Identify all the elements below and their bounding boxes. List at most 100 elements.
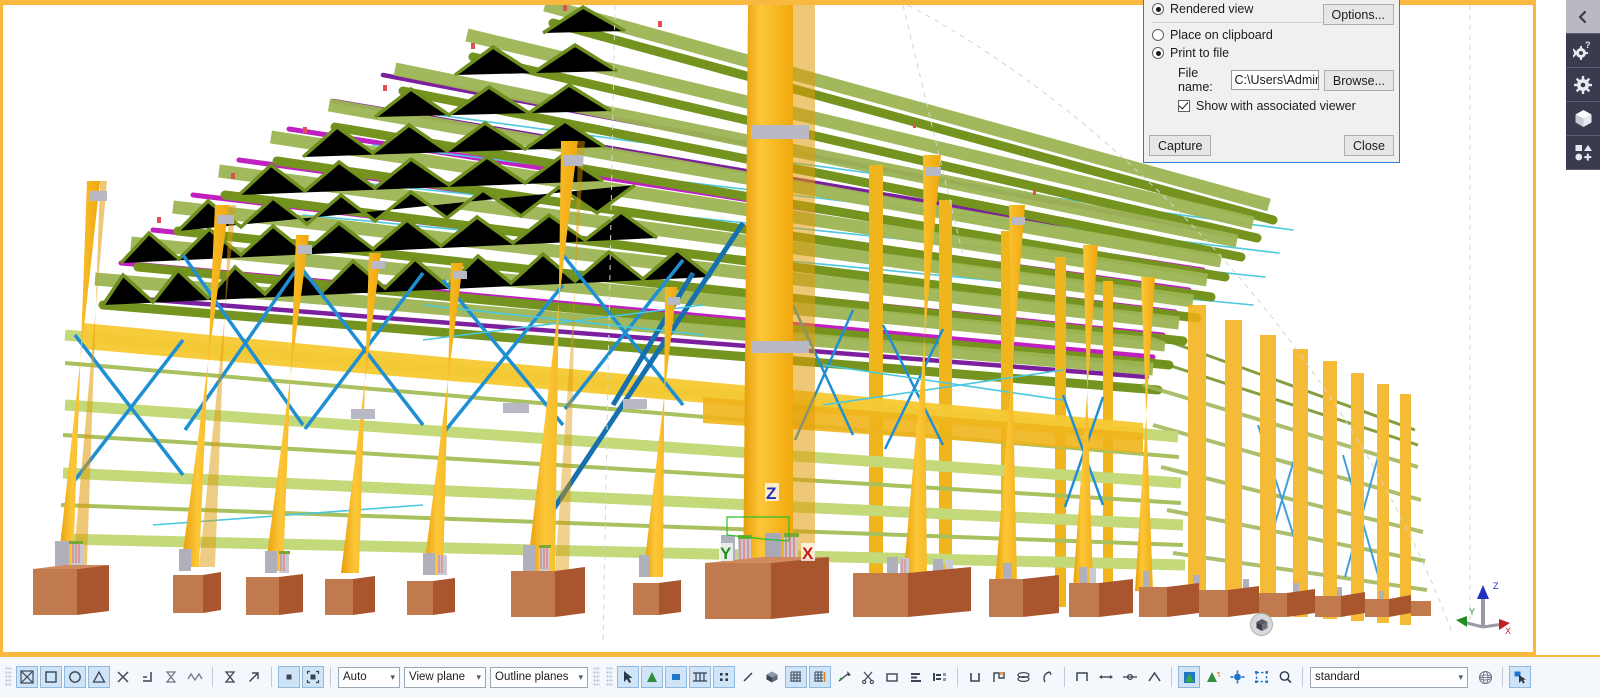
sphere-grid-icon [1478,670,1492,684]
snap-override-shape-button[interactable] [302,666,324,688]
select-pour-break-button[interactable] [1036,666,1058,688]
select-chamfer-button[interactable] [1143,666,1165,688]
reference-icon [933,673,946,681]
toolbar-grip[interactable] [606,667,613,687]
select-load-button[interactable] [905,666,927,688]
snap-to-geometry-lines-button[interactable] [219,666,241,688]
work-plane-select[interactable]: View plane ▾ [404,666,486,688]
triad-label-y: Y [1469,607,1475,617]
green-triangle-icon [647,672,657,682]
snap-override-point-button[interactable] [278,666,300,688]
select-grid-line-button[interactable] [809,666,831,688]
omega-icon [1076,672,1088,681]
select-line-button[interactable] [737,666,759,688]
outline-planes-select[interactable]: Outline planes ▾ [490,666,588,688]
select-distance-button[interactable] [1095,666,1117,688]
sidebar-item-components[interactable] [1566,102,1600,136]
filled-square-icon [286,674,292,680]
select-cut-button[interactable] [857,666,879,688]
select-rebar-button[interactable] [988,666,1010,688]
snap-override-group [277,666,325,688]
navigation-cube-button[interactable] [1250,613,1273,636]
radio-indicator-print-to-file[interactable] [1152,47,1164,59]
toolbar-separator [1171,667,1172,687]
dialog-button-row: Capture Close [1144,135,1399,156]
select-assembly-button[interactable] [689,666,711,688]
reference-visibility-button[interactable] [1250,666,1272,688]
browse-button[interactable]: Browse... [1323,69,1394,91]
snap-to-intersections-button[interactable] [112,666,134,688]
view-tools-group [1177,666,1297,688]
select-weld-button[interactable] [833,666,855,688]
radio-print-to-file[interactable]: Print to file [1144,44,1399,62]
view-axis-triad: Z Y X [1456,581,1511,634]
selection-tools-group [616,666,952,688]
concrete-footings [33,557,1431,619]
toolbar-separator [957,667,958,687]
snap-to-perpendicular-button[interactable] [136,666,158,688]
render-settings-button[interactable] [1178,666,1200,688]
bottom-toolbar[interactable]: Auto ▾ View plane ▾ Outline planes ▾ sta… [0,655,1600,697]
point-visibility-button[interactable] [1226,666,1248,688]
settings-preset-select[interactable]: standard ▾ [1310,666,1468,688]
file-name-input[interactable]: C:\Users\Administr [1231,70,1319,90]
select-object-group-button[interactable] [713,666,735,688]
snap-to-nearest-button[interactable] [184,666,206,688]
right-side-toolbar[interactable]: ? [1566,0,1600,697]
chevron-left-icon [1578,10,1587,23]
sidebar-item-help-settings[interactable]: ? [1566,34,1600,68]
snap-to-any-position-button[interactable] [16,666,38,688]
capture-button[interactable]: Capture [1149,135,1212,156]
snap-depth-value: Auto [343,671,367,683]
radio-indicator-clipboard[interactable] [1152,29,1164,41]
capture-dialog[interactable]: Rendered view Options... Place on clipbo… [1143,0,1400,163]
select-surface-button[interactable] [881,666,903,688]
select-solid-button[interactable] [761,666,783,688]
side-rails [60,329,1186,571]
snap-to-lines-button[interactable] [160,666,182,688]
select-connection-button[interactable] [1071,666,1093,688]
show-with-viewer-checkbox[interactable] [1178,100,1190,112]
select-part-button[interactable] [665,666,687,688]
select-handle-button[interactable] [1119,666,1141,688]
snap-to-centers-button[interactable] [64,666,86,688]
close-button[interactable]: Close [1344,135,1394,156]
gear-question-icon: ? [1573,41,1591,60]
cube-icon [1575,110,1591,127]
hourglass-icon [165,671,177,683]
sidebar-item-settings[interactable] [1566,68,1600,102]
zoom-tool-button[interactable] [1274,666,1296,688]
snap-geometry-group [218,666,266,688]
select-pour-button[interactable] [1012,666,1034,688]
select-grid-button[interactable] [785,666,807,688]
file-name-row: File name: C:\Users\Administr Browse... [1144,62,1399,97]
pick-cursor-icon [1514,671,1526,684]
axis-label-x: X [802,544,814,563]
triangle-icon [92,670,106,683]
hourglass-icon [224,671,236,683]
sidebar-item-collapse-panel[interactable] [1566,0,1600,34]
chevron-down-icon: ▾ [1458,671,1463,682]
select-bolt-button[interactable] [964,666,986,688]
component-visibility-button[interactable] [1202,666,1224,688]
show-with-viewer-row[interactable]: Show with associated viewer [1144,97,1399,117]
show-with-viewer-label: Show with associated viewer [1196,99,1356,113]
color-wheel-button[interactable] [1474,666,1496,688]
radio-indicator-rendered[interactable] [1152,3,1164,15]
diagonal-line-icon [743,672,753,682]
snap-to-points-button[interactable] [40,666,62,688]
pick-selection-button[interactable] [1509,666,1531,688]
render-icon [1183,672,1195,683]
axis-label-y: Y [720,544,732,563]
snap-to-midpoints-button[interactable] [88,666,110,688]
select-arrow-button[interactable] [617,666,639,688]
snap-to-extension-button[interactable] [243,666,265,688]
select-component-button[interactable] [641,666,663,688]
options-button[interactable]: Options... [1322,4,1394,25]
sidebar-item-shapes-catalog[interactable] [1566,136,1600,170]
toolbar-grip[interactable] [593,667,600,687]
radio-place-on-clipboard[interactable]: Place on clipboard [1144,26,1399,44]
snap-depth-select[interactable]: Auto ▾ [338,666,400,688]
toolbar-grip[interactable] [5,667,12,687]
select-reference-button[interactable] [929,666,951,688]
